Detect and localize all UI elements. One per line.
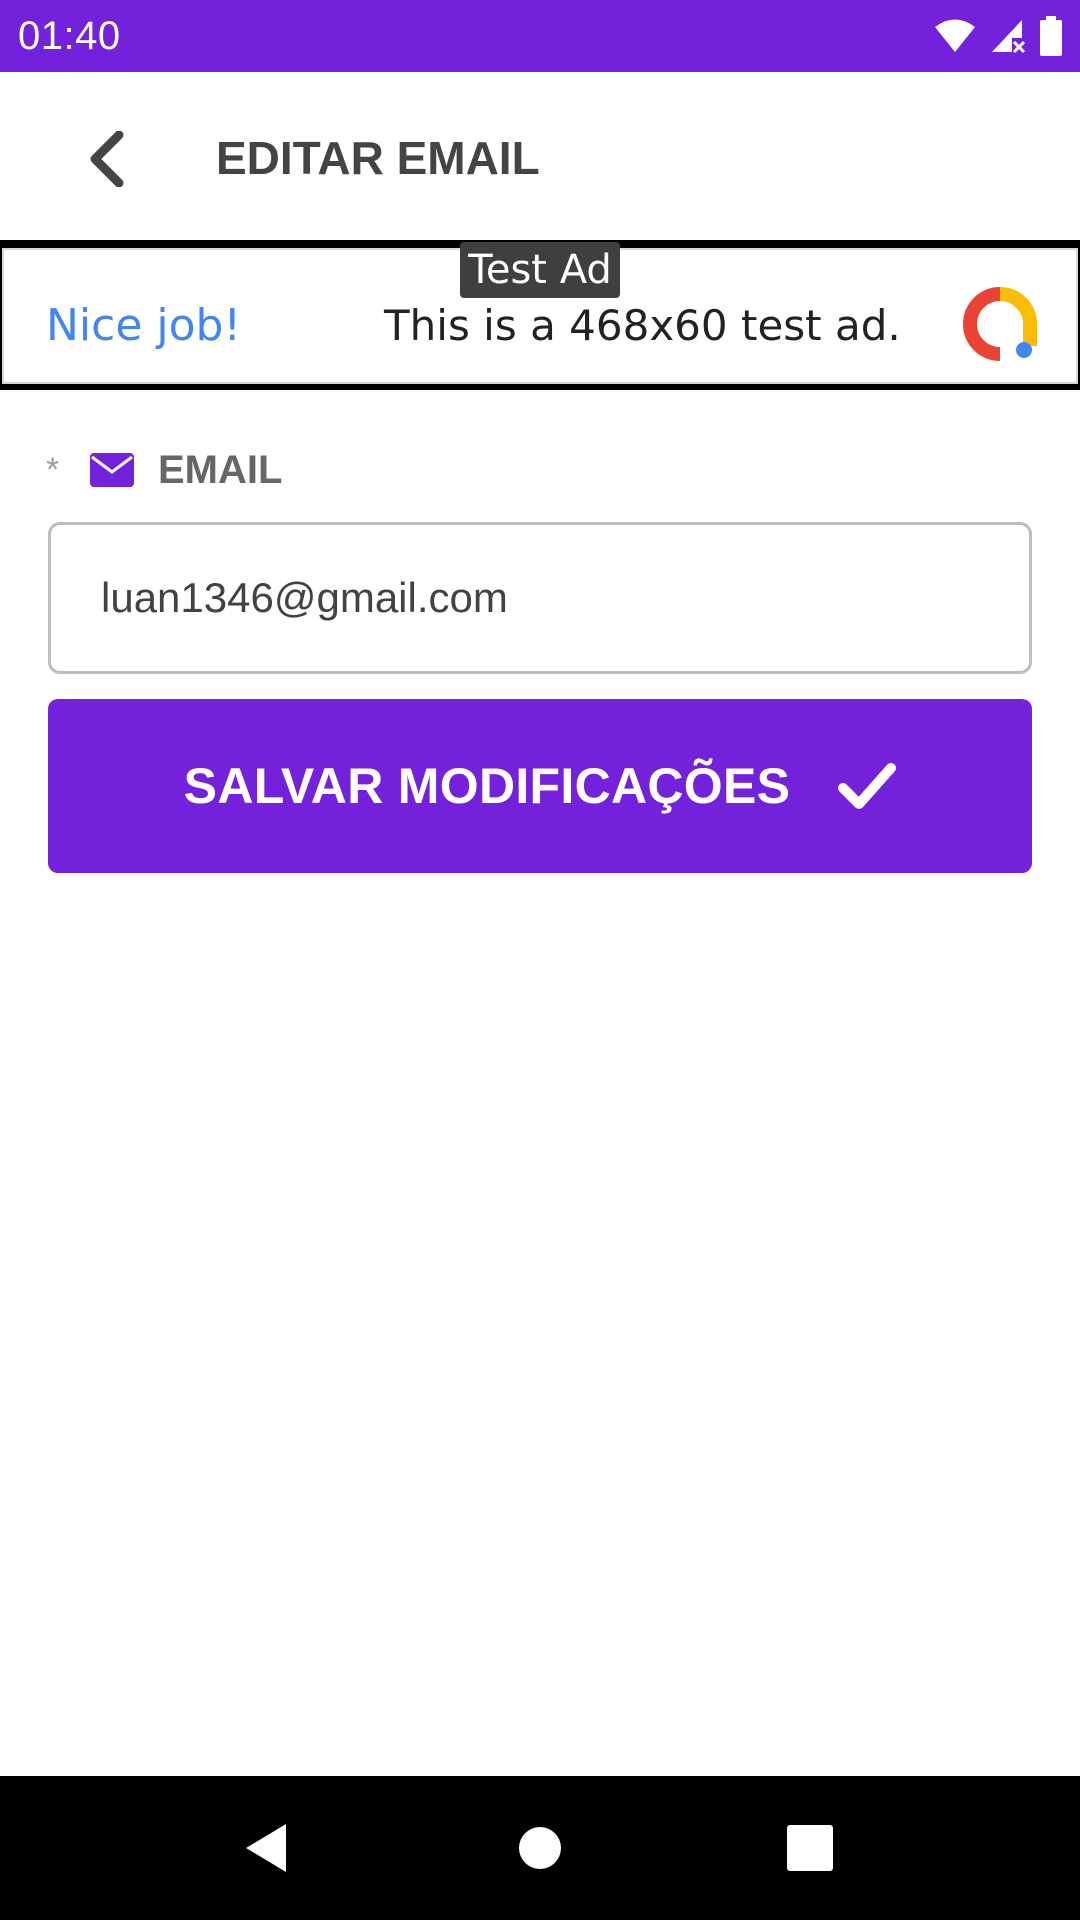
- email-field[interactable]: [48, 522, 1032, 674]
- required-mark: *: [46, 450, 60, 489]
- check-icon: [838, 763, 897, 809]
- recents-square-icon: [787, 1825, 833, 1871]
- signal-no-data-icon: [992, 20, 1026, 54]
- app-bar: EDITAR EMAIL: [0, 72, 1080, 240]
- chevron-left-icon: [90, 131, 124, 187]
- back-triangle-icon: [246, 1824, 286, 1872]
- wifi-icon: [935, 19, 975, 52]
- email-label: EMAIL: [158, 447, 283, 492]
- save-button-label: SALVAR MODIFICAÇÕES: [183, 758, 791, 814]
- nav-recents-button[interactable]: [774, 1812, 846, 1884]
- admob-logo-icon[interactable]: [962, 286, 1038, 362]
- system-nav-bar: [0, 1776, 1080, 1920]
- screen: 01:40 EDITAR EMAIL Nice job! This is a 4…: [0, 0, 1080, 1920]
- back-button[interactable]: [72, 124, 142, 194]
- nav-home-button[interactable]: [504, 1812, 576, 1884]
- nav-back-button[interactable]: [230, 1812, 302, 1884]
- home-circle-icon: [519, 1827, 561, 1869]
- envelope-icon: [90, 453, 134, 487]
- page-title: EDITAR EMAIL: [216, 132, 540, 184]
- test-ad-badge: Test Ad: [460, 242, 620, 298]
- status-icons: [934, 14, 1062, 58]
- save-changes-button[interactable]: SALVAR MODIFICAÇÕES: [48, 699, 1032, 873]
- ad-body-text[interactable]: This is a 468x60 test ad.: [384, 300, 901, 352]
- email-label-row: * EMAIL: [46, 444, 282, 496]
- ad-headline[interactable]: Nice job!: [46, 300, 241, 352]
- status-bar: 01:40: [0, 0, 1080, 72]
- battery-icon: [1040, 16, 1062, 56]
- status-time: 01:40: [18, 14, 121, 58]
